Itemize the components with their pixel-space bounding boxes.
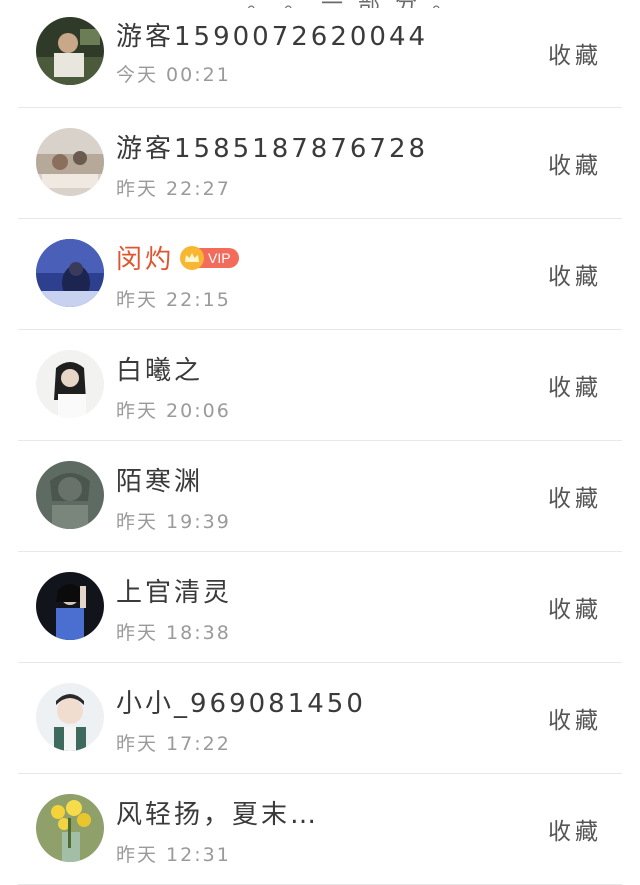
- visit-time: 昨天 22:27: [116, 178, 231, 200]
- avatar-image: [36, 239, 104, 307]
- visit-time: 昨天 19:39: [116, 511, 231, 533]
- list-item[interactable]: 白曦之 昨天 20:06 收藏: [18, 330, 622, 441]
- visitor-list: 游客1590072620044 今天 00:21 收藏 游客1585187876…: [0, 0, 640, 885]
- avatar[interactable]: [36, 461, 104, 529]
- visit-time: 昨天 22:15: [116, 289, 231, 311]
- collect-button[interactable]: 收藏: [548, 36, 602, 70]
- visitor-name: 小小_969081450: [116, 689, 366, 719]
- visitor-name: 白曦之: [116, 356, 204, 386]
- collect-button[interactable]: 收藏: [548, 257, 602, 291]
- crown-icon: [180, 245, 205, 270]
- visitor-name: 陌寒渊: [116, 467, 204, 497]
- list-item[interactable]: 风轻扬，夏末… 昨天 12:31 收藏: [18, 774, 622, 885]
- collect-button[interactable]: 收藏: [548, 479, 602, 513]
- collect-button[interactable]: 收藏: [548, 146, 602, 180]
- avatar[interactable]: [36, 683, 104, 751]
- avatar-image: [36, 350, 104, 418]
- avatar[interactable]: [36, 239, 104, 307]
- visitor-name: 游客1585187876728: [116, 134, 429, 164]
- avatar[interactable]: [36, 17, 104, 85]
- avatar-image: [36, 794, 104, 862]
- avatar-image: [36, 17, 104, 85]
- avatar[interactable]: [36, 572, 104, 640]
- avatar-image: [36, 461, 104, 529]
- list-item[interactable]: 陌寒渊 昨天 19:39 收藏: [18, 441, 622, 552]
- list-item[interactable]: 小小_969081450 昨天 17:22 收藏: [18, 663, 622, 774]
- visit-time: 昨天 12:31: [116, 844, 231, 866]
- avatar-image: [36, 572, 104, 640]
- visit-time: 今天 00:21: [116, 64, 231, 86]
- avatar[interactable]: [36, 350, 104, 418]
- visit-time: 昨天 20:06: [116, 400, 231, 422]
- visitor-name: 游客1590072620044: [116, 22, 429, 52]
- list-item[interactable]: 游客1590072620044 今天 00:21 收藏: [18, 0, 622, 108]
- collect-button[interactable]: 收藏: [548, 368, 602, 402]
- collect-button[interactable]: 收藏: [548, 590, 602, 624]
- avatar-image: [36, 683, 104, 751]
- visitor-name: 上官清灵: [116, 578, 233, 608]
- visitor-name: 闵灼: [116, 245, 175, 275]
- list-item[interactable]: 游客1585187876728 昨天 22:27 收藏: [18, 108, 622, 219]
- avatar[interactable]: [36, 794, 104, 862]
- visit-time: 昨天 17:22: [116, 733, 231, 755]
- avatar-image: [36, 128, 104, 196]
- collect-button[interactable]: 收藏: [548, 812, 602, 846]
- avatar[interactable]: [36, 128, 104, 196]
- visitor-name: 风轻扬，夏末…: [116, 800, 320, 830]
- vip-badge: VIP: [180, 245, 239, 271]
- visit-time: 昨天 18:38: [116, 622, 231, 644]
- list-item[interactable]: 上官清灵 昨天 18:38 收藏: [18, 552, 622, 663]
- collect-button[interactable]: 收藏: [548, 701, 602, 735]
- list-item[interactable]: 闵灼 VIP 昨天 22:15 收藏: [18, 219, 622, 330]
